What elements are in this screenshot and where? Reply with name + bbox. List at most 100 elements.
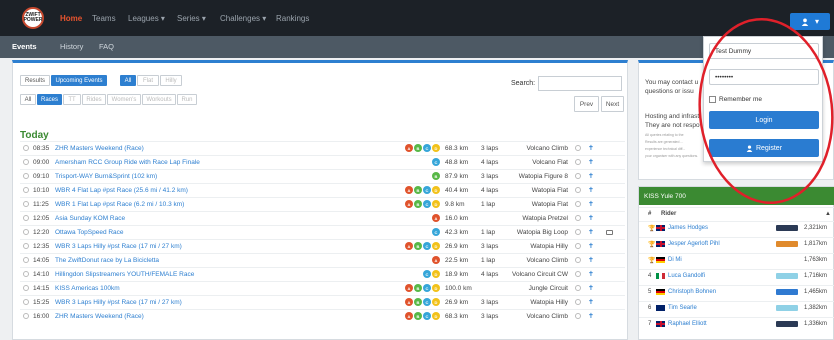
event-row[interactable]: 09:10 Trisport-WAY Burn&Sprint (102 km) B 8… <box>20 169 625 182</box>
radio-icon[interactable] <box>23 201 29 207</box>
type-run[interactable]: Run <box>177 94 197 105</box>
info-line-4: They are not respo <box>645 122 700 129</box>
event-laps: 1 lap <box>481 256 496 264</box>
event-row[interactable]: 15:25 WBR 3 Laps Hilly #pst Race (17 mi /… <box>20 295 625 308</box>
type-rides[interactable]: Rides <box>82 94 106 105</box>
event-row[interactable]: 09:00 Amersham RCC Group Ride with Race L… <box>20 155 625 168</box>
tab-events[interactable]: Events <box>12 42 37 51</box>
leaderboard-row[interactable]: 7 Raphael Elliott 1,336km <box>639 317 834 330</box>
filter-flat[interactable]: Flat <box>137 75 159 86</box>
event-row[interactable]: 12:05 Asia Sunday KOM Race A 16.0 km Watopia… <box>20 211 625 224</box>
event-row[interactable]: 12:20 Ottawa TopSpeed Race C 42.3 km 1 lap Wa… <box>20 225 625 238</box>
event-name-link[interactable]: The ZwiftDonut race by La Bicicletta <box>55 257 159 264</box>
event-name-link[interactable]: WBR 3 Laps Hilly #pst Race (17 mi / 27 k… <box>55 243 182 250</box>
radio-icon[interactable] <box>23 229 29 235</box>
event-distance: 22.5 km <box>445 256 469 264</box>
event-name-link[interactable]: KISS Americas 100km <box>55 285 120 292</box>
user-menu-button[interactable]: ▾ <box>790 13 830 30</box>
event-row[interactable]: 12:35 WBR 3 Laps Hilly #pst Race (17 mi /… <box>20 239 625 252</box>
event-row[interactable]: 10:10 WBR 4 Flat Lap #pst Race (25.6 mi /… <box>20 183 625 196</box>
tab-faq[interactable]: FAQ <box>99 42 114 51</box>
event-name-link[interactable]: ZHR Masters Weekend (Race) <box>55 145 144 152</box>
event-route: Volcano Climb <box>526 144 568 152</box>
prev-page-button[interactable]: Prev <box>574 96 599 112</box>
rider-name-link[interactable]: Raphael Elliott <box>668 321 707 327</box>
radio-icon[interactable] <box>23 299 29 305</box>
filter-all[interactable]: All <box>120 75 136 86</box>
rider-name-link[interactable]: James Hodges <box>668 225 708 231</box>
password-field[interactable] <box>709 69 819 85</box>
event-row[interactable]: 16:00 ZHR Masters Weekend (Race) A B C D 68.3 … <box>20 309 625 322</box>
event-name-link[interactable]: Amersham RCC Group Ride with Race Lap Fi… <box>55 159 200 166</box>
type-workouts[interactable]: Workouts <box>142 94 176 105</box>
event-row[interactable]: 14:10 Hillingdon Slipstreamers YOUTH/FEMA… <box>20 267 625 280</box>
category-d-badge: D <box>432 200 440 208</box>
event-row[interactable]: 14:05 The ZwiftDonut race by La Biciclett… <box>20 253 625 266</box>
zwiftpower-logo[interactable]: ZWIFT POWER <box>22 7 44 29</box>
radio-icon[interactable] <box>23 187 29 193</box>
leaderboard-row[interactable]: 5 Christoph Bohnen 1,465km <box>639 285 834 298</box>
type-tt[interactable]: TT <box>63 94 81 105</box>
leaderboard-row[interactable]: 🏆 James Hodges 2,321km <box>639 221 834 234</box>
event-name-link[interactable]: WBR 3 Laps Hilly #pst Race (17 mi / 27 k… <box>55 299 182 306</box>
tab-history[interactable]: History <box>60 42 83 51</box>
event-name-link[interactable]: WBR 1 Flat Lap #pst Race (6.2 mi / 10.3 … <box>55 201 184 208</box>
pin-icon: ✝ <box>588 229 594 236</box>
radio-icon[interactable] <box>23 285 29 291</box>
username-field[interactable] <box>709 43 819 59</box>
radio-icon[interactable] <box>23 313 29 319</box>
category-b-badge: B <box>414 200 422 208</box>
event-name-link[interactable]: WBR 4 Flat Lap #pst Race (25.6 mi / 41.2… <box>55 187 188 194</box>
radio-icon[interactable] <box>23 271 29 277</box>
event-name-link[interactable]: Asia Sunday KOM Race <box>55 215 125 222</box>
type-races[interactable]: Races <box>37 94 62 105</box>
radio-icon[interactable] <box>23 159 29 165</box>
leaderboard-row[interactable]: 4 Luca Gandolfi 1,716km <box>639 269 834 282</box>
nav-series[interactable]: Series ▾ <box>177 14 206 23</box>
event-name-link[interactable]: Ottawa TopSpeed Race <box>55 229 124 236</box>
radio-icon[interactable] <box>23 243 29 249</box>
type-womens[interactable]: Women's <box>107 94 141 105</box>
flag-it-icon <box>656 273 665 279</box>
trophy-icon: 🏆 <box>648 225 656 232</box>
nav-home[interactable]: Home <box>60 14 82 23</box>
nav-challenges[interactable]: Challenges ▾ <box>220 14 266 23</box>
filter-upcoming-events[interactable]: Upcoming Events <box>51 75 107 86</box>
radio-icon[interactable] <box>23 215 29 221</box>
event-row[interactable]: 11:25 WBR 1 Flat Lap #pst Race (6.2 mi / … <box>20 197 625 210</box>
event-name-link[interactable]: Hillingdon Slipstreamers YOUTH/FEMALE Ra… <box>55 271 194 278</box>
category-c-badge: C <box>423 200 431 208</box>
register-button[interactable]: Register <box>709 139 819 157</box>
rider-name-link[interactable]: Jesper Agerloft Pihl <box>668 241 720 247</box>
category-d-badge: D <box>432 312 440 320</box>
radio-icon[interactable] <box>23 173 29 179</box>
pin-icon: ✝ <box>588 201 594 208</box>
category-b-badge: B <box>414 312 422 320</box>
rider-name-link[interactable]: Tim Searle <box>668 305 697 311</box>
nav-teams[interactable]: Teams <box>92 14 116 23</box>
nav-leagues[interactable]: Leagues ▾ <box>128 14 165 23</box>
next-page-button[interactable]: Next <box>601 96 624 112</box>
type-all[interactable]: All <box>20 94 36 105</box>
leaderboard-row[interactable]: 6 Tim Searle 1,382km <box>639 301 834 314</box>
filter-hilly[interactable]: Hilly <box>160 75 182 86</box>
rider-name-link[interactable]: Luca Gandolfi <box>668 273 705 279</box>
search-input[interactable] <box>538 76 622 91</box>
rider-name-link[interactable]: Christoph Bohnen <box>668 289 716 295</box>
radio-icon[interactable] <box>23 257 29 263</box>
nav-rankings[interactable]: Rankings <box>276 14 309 23</box>
login-button[interactable]: Login <box>709 111 819 129</box>
filter-results[interactable]: Results <box>20 75 50 86</box>
user-icon <box>801 18 809 26</box>
kiss-header-sort[interactable]: ▲ <box>825 211 831 217</box>
leaderboard-row[interactable]: 🏆 Di Mi 1,763km <box>639 253 834 266</box>
kiss-leaderboard: KISS Yule 700 # Rider ▲ 🏆 James Hodges 2,3… <box>638 186 834 340</box>
event-name-link[interactable]: ZHR Masters Weekend (Race) <box>55 313 144 320</box>
rider-name-link[interactable]: Di Mi <box>668 257 682 263</box>
event-name-link[interactable]: Trisport-WAY Burn&Sprint (102 km) <box>55 173 157 180</box>
event-row[interactable]: 08:35 ZHR Masters Weekend (Race) A B C D 68.3 … <box>20 141 625 154</box>
event-row[interactable]: 14:15 KISS Americas 100km A B C D 100.0 km Jung… <box>20 281 625 294</box>
remember-me-checkbox[interactable] <box>709 96 716 103</box>
leaderboard-row[interactable]: 🏆 Jesper Agerloft Pihl 1,817km <box>639 237 834 250</box>
radio-icon[interactable] <box>23 145 29 151</box>
